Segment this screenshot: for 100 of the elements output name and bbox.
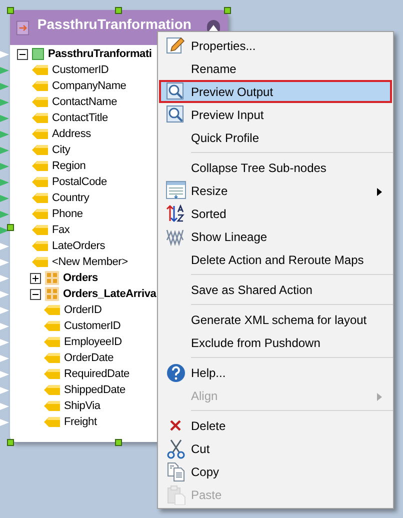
copy-icon — [166, 462, 186, 482]
menu-item[interactable]: Generate XML schema for layout — [159, 308, 392, 331]
menu-item[interactable]: Preview Output — [159, 80, 392, 103]
menu-item[interactable]: Resize — [159, 179, 392, 202]
selection-handle[interactable] — [7, 7, 14, 14]
connector-arrow-icon[interactable] — [0, 51, 9, 58]
expand-toggle-icon[interactable] — [30, 272, 41, 284]
group-label: Orders_LateArriva — [63, 286, 156, 302]
connector-arrow-icon[interactable] — [0, 419, 9, 426]
menu-item[interactable]: Rename — [159, 57, 392, 80]
collapse-toggle-icon[interactable] — [17, 48, 28, 60]
field-label: ContactTitle — [52, 110, 108, 126]
selection-handle[interactable] — [7, 224, 14, 231]
field-label: PostalCode — [52, 174, 107, 190]
connector-arrow-icon[interactable] — [0, 323, 9, 330]
menu-item[interactable]: Copy — [159, 460, 392, 483]
field-label: RequiredDate — [64, 366, 130, 382]
field-tab-icon — [44, 417, 60, 427]
menu-item[interactable]: Properties... — [159, 34, 392, 57]
field-tab-icon — [32, 225, 48, 235]
field-tab-icon — [32, 177, 48, 187]
field-tab-icon — [44, 353, 60, 363]
field-label: Fax — [52, 222, 70, 238]
field-tab-icon — [32, 129, 48, 139]
connector-arrow-icon[interactable] — [0, 339, 9, 346]
field-label: ShipVia — [64, 398, 100, 414]
node-title: PassthruTranformation — [37, 17, 192, 31]
connector-arrow-icon[interactable] — [0, 307, 9, 314]
field-label: CustomerID — [52, 62, 109, 78]
selection-handle[interactable] — [7, 439, 14, 446]
field-tab-icon — [32, 241, 48, 251]
menu-item[interactable]: Show Lineage — [159, 225, 392, 248]
transform-icon — [16, 18, 30, 36]
menu-item: Align — [159, 384, 392, 407]
field-tab-icon — [32, 257, 48, 267]
scissors-icon — [166, 438, 186, 458]
field-tab-icon — [32, 81, 48, 91]
field-label: Country — [52, 190, 90, 206]
grid-icon — [45, 271, 59, 285]
field-tab-icon — [32, 161, 48, 171]
help-icon — [166, 362, 186, 382]
field-tab-icon — [32, 193, 48, 203]
triangle-icon — [209, 24, 218, 30]
field-label: ShippedDate — [64, 382, 126, 398]
field-tab-icon — [44, 337, 60, 347]
selection-handle[interactable] — [115, 439, 122, 446]
field-label: Region — [52, 158, 86, 174]
connector-arrow-icon[interactable] — [0, 227, 9, 234]
field-tab-icon — [32, 145, 48, 155]
menu-item: Paste — [159, 483, 392, 506]
connector-arrow-icon[interactable] — [0, 371, 9, 378]
menu-item[interactable]: Delete — [159, 414, 392, 437]
menu-item[interactable]: Cut — [159, 437, 392, 460]
menu-item[interactable]: Save as Shared Action — [159, 278, 392, 301]
menu-item[interactable]: Collapse Tree Sub-nodes — [159, 156, 392, 179]
menu-item[interactable]: Preview Input — [159, 103, 392, 126]
menu-item[interactable]: Delete Action and Reroute Maps — [159, 248, 392, 271]
menu-item[interactable]: Exclude from Pushdown — [159, 331, 392, 354]
menu-item[interactable]: Help... — [159, 361, 392, 384]
selection-handle[interactable] — [115, 7, 122, 14]
field-label: Freight — [64, 414, 97, 430]
magnifier-icon — [166, 104, 186, 124]
group-label: Orders — [63, 270, 98, 286]
field-tab-icon — [44, 305, 60, 315]
field-tab-icon — [32, 209, 48, 219]
connector-arrow-icon[interactable] — [0, 387, 9, 394]
grid-icon — [45, 287, 59, 301]
submenu-arrow-icon — [377, 188, 382, 196]
field-tab-icon — [44, 321, 60, 331]
field-label: CompanyName — [52, 78, 126, 94]
connector-arrow-icon[interactable] — [0, 403, 9, 410]
field-label: Phone — [52, 206, 83, 222]
pencil-icon — [166, 36, 186, 56]
field-label: OrderDate — [64, 350, 114, 366]
group-label: PassthruTranformati — [48, 46, 152, 62]
connector-arrow-icon[interactable] — [0, 243, 9, 250]
field-label: OrderID — [64, 302, 102, 318]
field-label: <New Member> — [52, 254, 128, 270]
field-label: City — [52, 142, 70, 158]
list-icon — [166, 180, 186, 200]
field-label: ContactName — [52, 94, 118, 110]
magnifier-icon — [166, 82, 186, 102]
field-label: Address — [52, 126, 91, 142]
selection-handle[interactable] — [224, 7, 231, 14]
field-label: EmployeeID — [64, 334, 122, 350]
field-tab-icon — [44, 401, 60, 411]
field-tab-icon — [32, 97, 48, 107]
field-tab-icon — [32, 113, 48, 123]
clipboard-icon — [166, 484, 186, 504]
root-square-icon — [32, 48, 44, 60]
connector-arrow-icon[interactable] — [0, 355, 9, 362]
connector-arrow-icon[interactable] — [0, 259, 9, 266]
menu-item[interactable]: Quick Profile — [159, 126, 392, 149]
field-label: LateOrders — [52, 238, 106, 254]
submenu-arrow-icon — [377, 393, 382, 401]
field-tab-icon — [32, 65, 48, 75]
menu-item[interactable]: Sorted — [159, 202, 392, 225]
field-tab-icon — [44, 385, 60, 395]
collapse-toggle-icon[interactable] — [30, 288, 41, 300]
sort-icon — [166, 204, 186, 224]
